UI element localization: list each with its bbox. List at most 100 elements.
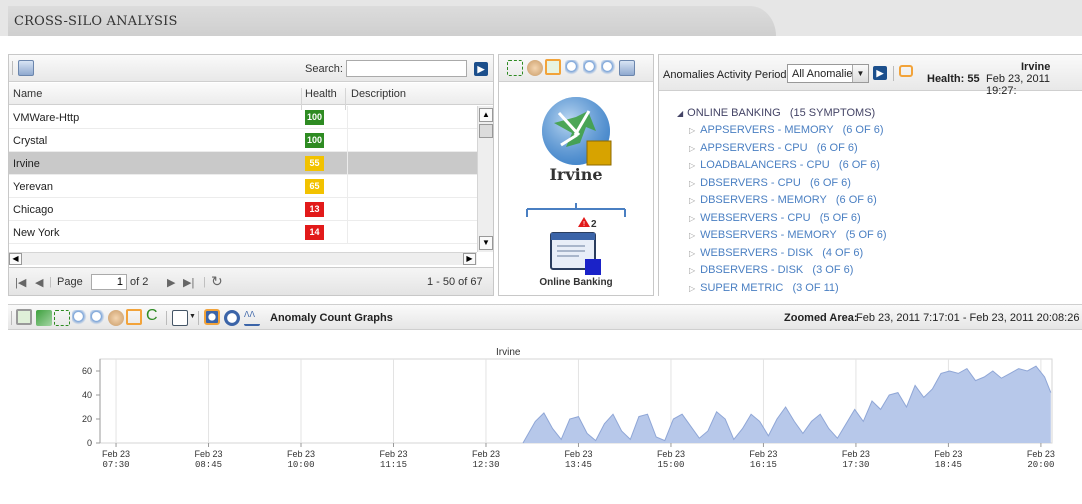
row-name: Yerevan [13, 181, 53, 193]
x-tick-time: 16:15 [750, 460, 777, 470]
tree-item[interactable]: ▷ DBSERVERS - DISK (3 OF 6) [689, 264, 853, 276]
x-tick-time: 17:30 [842, 460, 869, 470]
graph-toolbar: C ▼ ᐱᐱ Anomaly Count Graphs Zoomed Area:… [8, 304, 1082, 330]
y-tick-label: 60 [82, 366, 92, 376]
anomalies-toolbar: Anomalies Activity Period: All Anomalies… [659, 55, 1082, 97]
fit-graph-icon[interactable] [54, 310, 70, 326]
scroll-thumb[interactable] [479, 124, 493, 138]
pan-hand-icon[interactable] [527, 60, 543, 76]
search-go-button[interactable]: ▶ [474, 62, 488, 76]
table-row[interactable]: Yerevan 65 [9, 175, 477, 198]
metric-picker-icon[interactable] [16, 309, 32, 325]
x-tick-date: Feb 23 [287, 449, 315, 459]
first-page-icon[interactable]: |◀ [15, 276, 26, 289]
zoom-select-icon[interactable] [126, 309, 142, 325]
reload-icon[interactable]: C [146, 307, 158, 325]
x-tick-date: Feb 23 [195, 449, 223, 459]
clock-icon[interactable] [204, 309, 220, 325]
x-tick-time: 18:45 [935, 460, 962, 470]
next-page-icon[interactable]: ▶ [167, 276, 175, 289]
health-badge: 100 [305, 133, 324, 148]
row-name: Chicago [13, 204, 54, 216]
page-title: CROSS-SILO ANALYSIS [8, 6, 776, 36]
scroll-right-icon[interactable]: ▶ [463, 253, 476, 265]
zoom-out-icon[interactable] [583, 60, 599, 76]
alarm-clock-icon[interactable] [224, 310, 240, 326]
x-tick-date: Feb 23 [564, 449, 592, 459]
fit-icon[interactable] [507, 60, 523, 76]
comment-icon[interactable] [899, 65, 913, 77]
scroll-up-icon[interactable]: ▲ [479, 108, 493, 122]
col-health-header[interactable]: Health [305, 88, 337, 100]
tree-item[interactable]: ▷ WEBSERVERS - DISK (4 OF 6) [689, 247, 863, 259]
chevron-down-icon[interactable]: ▼ [852, 65, 868, 82]
page-number-input[interactable] [91, 274, 127, 290]
tree-item[interactable]: ▷ LOADBALANCERS - CPU (6 OF 6) [689, 159, 880, 171]
table-row[interactable]: Irvine 55 [9, 152, 477, 175]
x-tick-time: 13:45 [565, 460, 592, 470]
table-row[interactable]: Crystal 100 [9, 129, 477, 152]
health-badge: 13 [305, 202, 324, 217]
zoomed-label: Zoomed Area: [784, 312, 858, 324]
tree-item[interactable]: ▷ WEBSERVERS - MEMORY (5 OF 6) [689, 229, 887, 241]
tree-item[interactable]: ▷ WEBSERVERS - CPU (5 OF 6) [689, 212, 861, 224]
prev-page-icon[interactable]: ◀ [35, 276, 43, 289]
zoom-in-icon[interactable] [565, 60, 581, 76]
globe-icon[interactable] [542, 97, 612, 166]
anomaly-tree: ◢ ONLINE BANKING (15 SYMPTOMS) ▷ APPSERVERS… [659, 92, 1082, 296]
page-label: Page [57, 276, 83, 288]
table-row[interactable]: VMWare-Http 100 [9, 106, 477, 129]
scroll-down-icon[interactable]: ▼ [479, 236, 493, 250]
list-toolbar: Search: ▶ [9, 55, 493, 82]
tree-item[interactable]: ▷ APPSERVERS - CPU (6 OF 6) [689, 142, 858, 154]
scroll-left-icon[interactable]: ◀ [9, 253, 22, 265]
period-go-button[interactable]: ▶ [873, 66, 887, 80]
tree-item[interactable]: ▷ APPSERVERS - MEMORY (6 OF 6) [689, 124, 884, 136]
pan-hand-icon[interactable] [108, 310, 124, 326]
child-node-label[interactable]: Online Banking [499, 277, 653, 288]
tree-item[interactable]: ▷ DBSERVERS - CPU (6 OF 6) [689, 177, 851, 189]
zoom-reset-icon[interactable] [601, 60, 617, 76]
graph-title: Anomaly Count Graphs [270, 312, 393, 324]
refresh-icon[interactable]: ↻ [211, 273, 223, 290]
application-icon[interactable] [550, 232, 601, 275]
collapsed-icon: ▷ [689, 178, 696, 188]
tree-root[interactable]: ◢ ONLINE BANKING (15 SYMPTOMS) [677, 107, 875, 119]
collapsed-icon: ▷ [689, 196, 696, 205]
row-name: VMWare-Http [13, 112, 80, 124]
col-name-header[interactable]: Name [13, 88, 42, 100]
horizontal-scrollbar[interactable]: ◀ ▶ [9, 252, 477, 265]
zoom-in-icon[interactable] [72, 310, 88, 326]
zoom-out-icon[interactable] [90, 310, 106, 326]
root-node-label[interactable]: Irvine [499, 165, 653, 184]
collapsed-icon: ▷ [689, 161, 696, 170]
tree-item[interactable]: ▷ DBSERVERS - MEMORY (6 OF 6) [689, 194, 877, 206]
col-description-header[interactable]: Description [351, 88, 406, 100]
remove-metric-icon[interactable] [36, 310, 52, 326]
topology-graph: ! [526, 97, 626, 275]
anomalies-panel: Anomalies Activity Period: All Anomalies… [658, 54, 1082, 296]
x-tick-date: Feb 23 [472, 449, 500, 459]
layout-icon[interactable] [619, 60, 635, 76]
x-tick-date: Feb 23 [842, 449, 870, 459]
x-tick-time: 20:00 [1027, 460, 1054, 470]
period-select[interactable]: All Anomalies ▼ [787, 64, 869, 83]
row-name: Irvine [13, 158, 40, 170]
x-tick-time: 08:45 [195, 460, 222, 470]
x-tick-date: Feb 23 [657, 449, 685, 459]
collapsed-icon: ▷ [689, 248, 696, 258]
tree-item[interactable]: ▷ SUPER METRIC (3 OF 11) [689, 282, 839, 294]
table-row[interactable]: Chicago 13 [9, 198, 477, 221]
x-tick-time: 11:15 [380, 460, 407, 470]
threshold-icon[interactable]: ᐱᐱ [244, 310, 260, 326]
last-page-icon[interactable]: ▶| [183, 276, 194, 289]
search-input[interactable] [346, 60, 467, 77]
health-badge: 14 [305, 225, 324, 240]
zoomed-range: Feb 23, 2011 7:17:01 - Feb 23, 2011 20:0… [856, 312, 1080, 324]
zoom-select-icon[interactable] [545, 59, 561, 75]
vertical-scrollbar[interactable]: ▲ ▼ [477, 106, 493, 252]
table-row[interactable]: New York 14 [9, 221, 477, 244]
export-icon[interactable] [18, 60, 34, 76]
calendar-icon[interactable] [172, 310, 188, 326]
collapsed-icon: ▷ [689, 126, 696, 135]
